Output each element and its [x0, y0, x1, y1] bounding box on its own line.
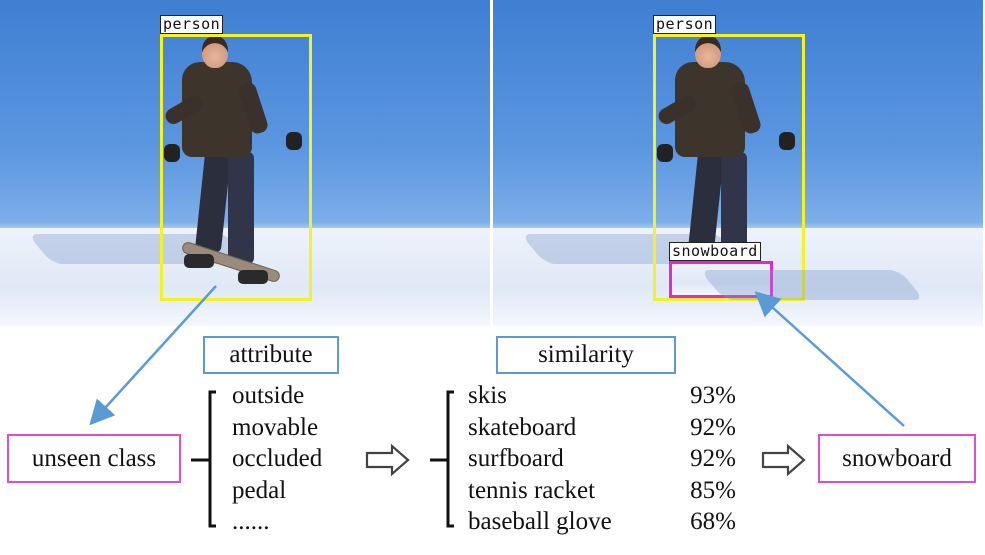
attribute-list: outside movable occluded pedal ...... [232, 380, 322, 538]
hollow-arrow-icon [365, 443, 410, 477]
hollow-arrow-icon [761, 443, 806, 477]
similarity-value: 68% [690, 508, 736, 535]
similarity-value: 93% [690, 382, 736, 409]
class-name: skateboard [468, 413, 577, 441]
attribute-item: ...... [232, 508, 270, 535]
similarity-brace [430, 390, 454, 528]
class-name: baseball glove [468, 508, 612, 535]
similarity-value: 92% [690, 445, 736, 472]
similarity-row: surfboard 92% [468, 443, 736, 475]
arrow-to-snowboard-bbox [754, 291, 905, 427]
similarity-row: tennis racket 85% [468, 475, 736, 507]
class-name: surfboard [468, 445, 564, 472]
similarity-list: skis 93% skateboard 92% surfboard 92% tenni… [468, 380, 736, 538]
arrow-to-unseen-class [89, 285, 217, 426]
similarity-value: 92% [690, 413, 736, 441]
attribute-box: attribute [203, 336, 339, 374]
attribute-item: movable [232, 413, 319, 441]
attribute-item: outside [232, 382, 305, 409]
class-name: tennis racket [468, 476, 596, 504]
attribute-item: pedal [232, 476, 287, 504]
similarity-box: similarity [496, 336, 676, 374]
similarity-row: baseball glove 68% [468, 506, 736, 538]
snowboard-result-box: snowboard [818, 434, 976, 483]
similarity-row: skateboard 92% [468, 412, 736, 444]
attribute-brace [191, 390, 216, 528]
similarity-value: 85% [690, 476, 736, 504]
unseen-class-box: unseen class [7, 434, 181, 483]
attribute-item: occluded [232, 445, 323, 472]
class-name: skis [468, 382, 507, 409]
similarity-row: skis 93% [468, 380, 736, 412]
